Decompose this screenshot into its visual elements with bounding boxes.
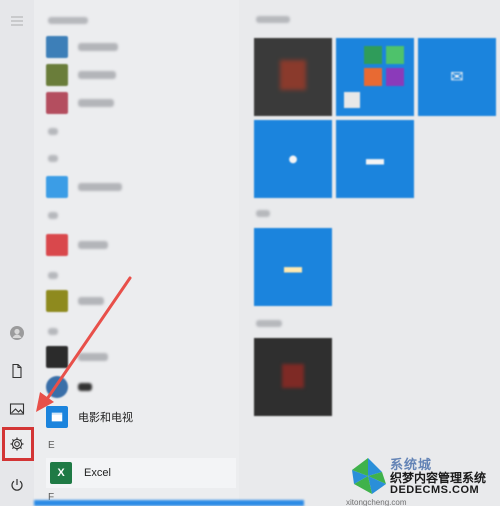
power-icon[interactable] (4, 472, 30, 498)
settings-icon[interactable] (4, 431, 30, 457)
tile-image (364, 68, 382, 86)
tile-image (280, 60, 306, 90)
list-item[interactable] (46, 88, 236, 118)
app-group-header (48, 212, 58, 219)
list-item[interactable] (46, 372, 236, 402)
watermark: 系统城 织梦内容管理系统 DEDECMS.COM xitongcheng.com (346, 452, 496, 506)
tile-group-header (256, 320, 282, 327)
document-icon[interactable] (4, 358, 30, 384)
tile[interactable]: ▬ (254, 228, 332, 306)
tile-icon: ▬ (366, 148, 384, 169)
list-item[interactable]: 电影和电视 (46, 402, 236, 432)
app-icon (46, 234, 68, 256)
excel-icon: X (50, 462, 72, 484)
app-group-header (48, 155, 58, 162)
list-item[interactable] (46, 230, 236, 260)
app-label (78, 99, 114, 107)
app-icon (46, 92, 68, 114)
movies-icon (46, 406, 68, 428)
tile-icon: ● (287, 148, 299, 169)
watermark-text: DEDECMS.COM (390, 484, 480, 496)
tile-image (344, 92, 360, 108)
app-label (78, 43, 118, 51)
app-group-header (48, 17, 88, 24)
tile-icon: ▬ (284, 256, 302, 277)
tile[interactable]: ● (254, 120, 332, 198)
start-menu: 电影和电视 E X Excel F ✉ ● ▬ ▬ 系统城 织梦内容管理系统 D… (0, 0, 500, 506)
list-item-excel[interactable]: X Excel (46, 458, 236, 488)
app-icon (46, 376, 68, 398)
menu-icon[interactable] (4, 8, 30, 34)
tile-icon: ✉ (450, 69, 464, 86)
app-icon (46, 36, 68, 58)
app-label (78, 241, 108, 249)
app-list: 电影和电视 E X Excel F (34, 0, 239, 506)
tile[interactable]: ▬ (336, 120, 414, 198)
list-item[interactable] (46, 32, 236, 62)
app-label (78, 71, 116, 79)
tile-group-header (256, 16, 290, 23)
user-icon[interactable] (4, 320, 30, 346)
pictures-icon[interactable] (4, 396, 30, 422)
tile-image (282, 364, 304, 388)
tile[interactable] (336, 38, 414, 116)
app-label (78, 383, 92, 391)
start-menu-rail (0, 0, 34, 506)
app-label (78, 183, 122, 191)
letter-header-e[interactable]: E (48, 440, 55, 451)
app-group-header (48, 128, 58, 135)
app-label (78, 353, 108, 361)
tiles-area: ✉ ● ▬ ▬ (244, 0, 500, 506)
tile-image (364, 46, 382, 64)
tile-image (386, 46, 404, 64)
app-icon (46, 290, 68, 312)
list-item[interactable] (46, 172, 236, 202)
tile[interactable] (254, 38, 332, 116)
tile-image (386, 68, 404, 86)
app-icon (46, 346, 68, 368)
movies-label: 电影和电视 (78, 412, 133, 424)
app-icon (46, 64, 68, 86)
list-item[interactable] (46, 286, 236, 316)
app-icon (46, 176, 68, 198)
tile-group-header (256, 210, 270, 217)
tile[interactable]: ✉ (418, 38, 496, 116)
list-item[interactable] (46, 60, 236, 90)
app-group-header (48, 328, 58, 335)
excel-label: Excel (84, 467, 111, 479)
watermark-text: xitongcheng.com (346, 498, 407, 506)
app-label (78, 297, 104, 305)
app-group-header (48, 272, 58, 279)
list-item[interactable] (46, 342, 236, 372)
tile[interactable] (254, 338, 332, 416)
watermark-logo (352, 458, 386, 494)
